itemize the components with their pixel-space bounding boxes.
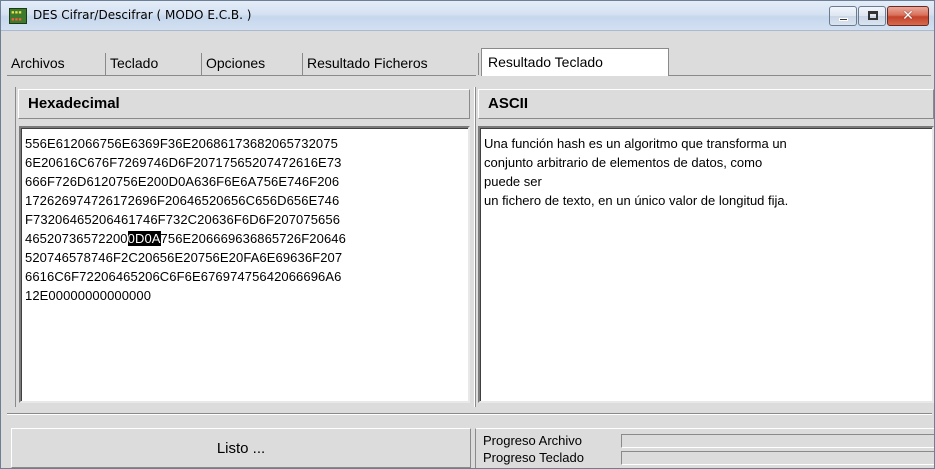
- hex-line: 666F726D6120756E200D0A636F6E6A756E746F20…: [25, 174, 340, 189]
- status-separator: [7, 413, 932, 415]
- tab-resultado-ficheros[interactable]: Resultado Ficheros: [303, 53, 479, 75]
- hex-output-textarea[interactable]: 556E612066756E6369F36E206861736820657320…: [19, 126, 470, 403]
- tab-archivos[interactable]: Archivos: [7, 53, 106, 75]
- hex-line: F73206465206461746F732C20636F6D6F2070756…: [25, 212, 341, 227]
- hex-line: 556E612066756E6369F36E206861736820657320…: [25, 136, 338, 151]
- tab-resultado-teclado[interactable]: Resultado Teclado: [481, 48, 669, 76]
- hex-line: 6616C6F72206465206C6F6E67697475642066696…: [25, 269, 342, 284]
- main-window: ▪▪▪ ▪▪▪ DES Cifrar/Descifrar ( MODO E.C.…: [0, 0, 935, 469]
- tab-opciones[interactable]: Opciones: [202, 53, 303, 75]
- ascii-line: conjunto arbitrario de elementos de dato…: [484, 155, 763, 170]
- hex-panel-header: Hexadecimal: [18, 89, 470, 119]
- ascii-panel-header: ASCII: [478, 89, 934, 119]
- maximize-icon: [868, 11, 878, 20]
- hex-line: 12E00000000000000: [25, 288, 152, 303]
- app-icon-glyph-bottom: ▪▪▪: [11, 16, 22, 23]
- tab-divider-right: [669, 75, 931, 76]
- hex-line-with-selection: 465207365722000D0A756E206669636865726F20…: [25, 229, 464, 248]
- hex-line: 520746578746F2C20656E20756E20FA6E69636F2…: [25, 250, 343, 265]
- progress-file-label: Progreso Archivo: [483, 433, 582, 448]
- tab-teclado[interactable]: Teclado: [106, 53, 202, 75]
- progress-keyboard-bar: [621, 451, 934, 465]
- progress-file-bar: [621, 434, 934, 448]
- hex-line-before-selection: 46520736572200: [25, 231, 128, 246]
- title-bar[interactable]: ▪▪▪ ▪▪▪ DES Cifrar/Descifrar ( MODO E.C.…: [1, 1, 934, 31]
- hex-line: 172626974726172696F20646520656C656D656E7…: [25, 193, 340, 208]
- ascii-output-textarea[interactable]: Una función hash es un algoritmo que tra…: [478, 126, 934, 403]
- close-icon: ✕: [902, 8, 914, 24]
- progress-keyboard-label: Progreso Teclado: [483, 450, 584, 465]
- ascii-line: un fichero de texto, en un único valor d…: [484, 193, 789, 208]
- ascii-line: Una función hash es un algoritmo que tra…: [484, 136, 787, 151]
- window-title: DES Cifrar/Descifrar ( MODO E.C.B. ): [33, 8, 252, 22]
- maximize-button[interactable]: [858, 6, 886, 26]
- minimize-button[interactable]: [829, 6, 857, 26]
- tab-strip: Archivos Teclado Opciones Resultado Fich…: [7, 48, 927, 76]
- app-icon[interactable]: ▪▪▪ ▪▪▪: [9, 8, 27, 24]
- minimize-icon: [839, 18, 848, 21]
- close-button[interactable]: ✕: [887, 6, 929, 26]
- hex-line-after-selection: 756E206669636865726F20646: [160, 231, 346, 246]
- ascii-panel-frame: [475, 87, 476, 407]
- ascii-line: puede ser: [484, 174, 542, 189]
- status-message: Listo ...: [11, 428, 471, 468]
- hex-line: 6E20616C676F7269746D6F20717565207472616E…: [25, 155, 342, 170]
- tab-divider-left: [7, 75, 476, 76]
- hex-selected-text: 0D0A: [127, 231, 161, 246]
